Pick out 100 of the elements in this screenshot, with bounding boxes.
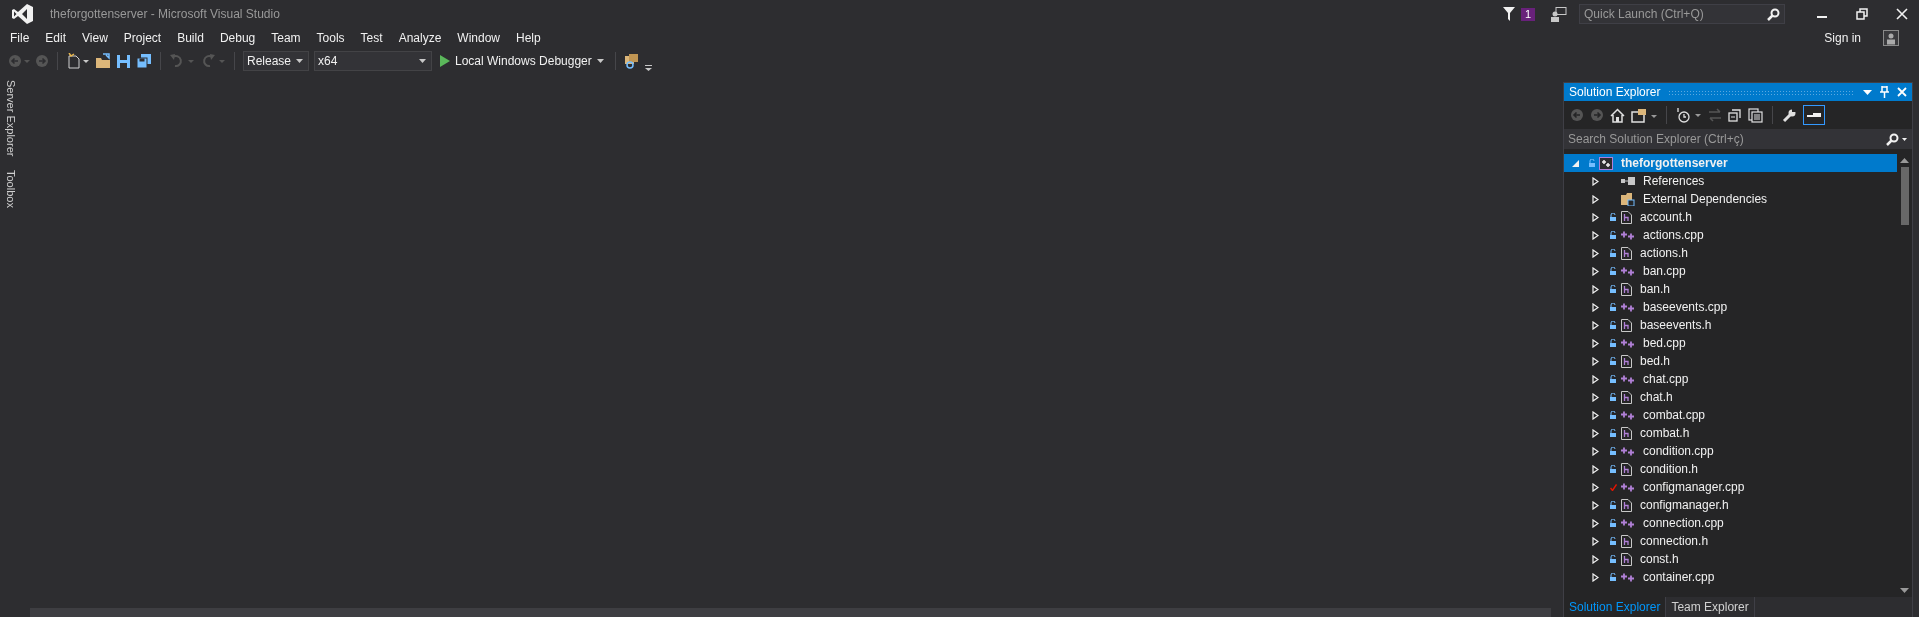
open-folder-icon[interactable]: [95, 53, 111, 69]
search-box[interactable]: Search Solution Explorer (Ctrl+ç): [1564, 129, 1912, 149]
search-icon[interactable]: [1767, 7, 1780, 21]
references-icon: [1621, 177, 1635, 185]
tree-item[interactable]: chat.cpp: [1564, 370, 1897, 388]
user-avatar-icon[interactable]: [1883, 30, 1899, 46]
menu-item[interactable]: Project: [117, 31, 169, 45]
side-tab[interactable]: Server Explorer: [5, 80, 17, 157]
configuration-dropdown[interactable]: Release: [243, 51, 309, 71]
preview-icon: [1806, 111, 1822, 119]
tree-item[interactable]: bed.cpp: [1564, 334, 1897, 352]
header-file-icon: [1621, 498, 1632, 512]
toolbar-options-icon[interactable]: [644, 65, 652, 71]
tree-item[interactable]: theforgottenserver: [1564, 154, 1897, 172]
pin-icon[interactable]: [1880, 86, 1889, 98]
panel-title: Solution Explorer: [1569, 85, 1661, 99]
quick-launch-box[interactable]: Quick Launch (Ctrl+Q): [1579, 4, 1785, 24]
cpp-file-icon: [1621, 572, 1635, 582]
scroll-down-icon[interactable]: [1900, 588, 1909, 593]
tree-item[interactable]: baseevents.cpp: [1564, 298, 1897, 316]
dropdown-arrow-icon: [596, 59, 604, 63]
header-file-icon: [1621, 552, 1632, 566]
project-icon: [1599, 156, 1613, 170]
tree-item[interactable]: actions.cpp: [1564, 226, 1897, 244]
new-project-icon[interactable]: [66, 53, 90, 69]
tree-item[interactable]: account.h: [1564, 208, 1897, 226]
cpp-file-icon: [1621, 374, 1635, 384]
tree-item[interactable]: configmanager.cpp: [1564, 478, 1897, 496]
tree-item[interactable]: External Dependencies: [1564, 190, 1897, 208]
cpp-file-icon: [1621, 410, 1635, 420]
close-icon[interactable]: [1896, 8, 1908, 20]
tree-item[interactable]: condition.h: [1564, 460, 1897, 478]
menu-item[interactable]: Build: [171, 31, 211, 45]
collapse-all-icon[interactable]: [1728, 108, 1742, 122]
tree-item[interactable]: connection.h: [1564, 532, 1897, 550]
menu-item[interactable]: Help: [510, 31, 548, 45]
tree-item[interactable]: condition.cpp: [1564, 442, 1897, 460]
menu-item[interactable]: Window: [451, 31, 507, 45]
tree-item[interactable]: ban.h: [1564, 280, 1897, 298]
folder-icon: [1621, 192, 1635, 206]
switch-views-icon[interactable]: [1631, 107, 1657, 123]
header-file-icon: [1621, 390, 1632, 404]
tree-item[interactable]: combat.cpp: [1564, 406, 1897, 424]
dropdown-arrow-icon[interactable]: [1863, 89, 1872, 95]
tree-item[interactable]: const.h: [1564, 550, 1897, 568]
menu-item[interactable]: Tools: [310, 31, 352, 45]
tree-item[interactable]: connection.cpp: [1564, 514, 1897, 532]
search-icon[interactable]: [1886, 132, 1908, 146]
panel-tab[interactable]: Solution Explorer: [1564, 597, 1667, 617]
cpp-file-icon: [1621, 302, 1635, 312]
panel-tab[interactable]: Team Explorer: [1666, 597, 1755, 617]
start-debugging-button[interactable]: Local Windows Debugger: [437, 54, 607, 68]
tree-item[interactable]: baseevents.h: [1564, 316, 1897, 334]
header-file-icon: [1621, 246, 1632, 260]
header-file-icon: [1621, 462, 1632, 476]
visual-studio-logo-icon: [12, 3, 34, 25]
dropdown-arrow-icon: [419, 59, 426, 63]
tree-item[interactable]: actions.h: [1564, 244, 1897, 262]
menu-item[interactable]: Team: [265, 31, 308, 45]
play-icon: [440, 55, 450, 67]
feedback-icon[interactable]: [1551, 6, 1567, 22]
menu-item[interactable]: Debug: [213, 31, 263, 45]
save-all-icon[interactable]: [136, 53, 152, 69]
menu-item[interactable]: Edit: [39, 31, 74, 45]
scrollbar-thumb[interactable]: [1900, 167, 1909, 225]
platform-dropdown[interactable]: x64: [314, 51, 432, 71]
menu-item[interactable]: Test: [354, 31, 390, 45]
cpp-file-icon: [1621, 446, 1635, 456]
find-in-files-icon[interactable]: [623, 53, 640, 69]
header-file-icon: [1621, 318, 1632, 332]
tree-item[interactable]: ban.cpp: [1564, 262, 1897, 280]
header-file-icon: [1621, 426, 1632, 440]
tree-item[interactable]: chat.h: [1564, 388, 1897, 406]
filter-icon[interactable]: [1502, 7, 1515, 21]
menu-item[interactable]: File: [4, 31, 37, 45]
tree-item[interactable]: container.cpp: [1564, 568, 1897, 586]
preview-toggle-button[interactable]: [1803, 105, 1825, 125]
cpp-file-icon: [1621, 338, 1635, 348]
menu-item[interactable]: Analyze: [392, 31, 449, 45]
tree-item[interactable]: combat.h: [1564, 424, 1897, 442]
wrench-icon[interactable]: [1782, 107, 1797, 123]
cpp-file-icon: [1621, 230, 1635, 240]
tree-item[interactable]: bed.h: [1564, 352, 1897, 370]
tree-item[interactable]: References: [1564, 172, 1897, 190]
expanded-arrow-icon[interactable]: [1572, 159, 1579, 167]
dropdown-arrow-icon: [296, 59, 303, 63]
lock-icon: [1589, 159, 1595, 167]
cpp-file-icon: [1621, 482, 1635, 492]
header-file-icon: [1621, 534, 1632, 548]
menu-item[interactable]: View: [76, 31, 115, 45]
notification-badge[interactable]: 1: [1520, 7, 1535, 21]
sign-in-link[interactable]: Sign in: [1824, 31, 1861, 45]
window-title: theforgottenserver - Microsoft Visual Studio: [50, 7, 280, 21]
scroll-up-icon[interactable]: [1900, 158, 1909, 163]
header-file-icon: [1621, 282, 1632, 296]
side-tab[interactable]: Toolbox: [5, 170, 17, 209]
restore-icon[interactable]: [1856, 8, 1868, 20]
home-icon[interactable]: [1610, 107, 1625, 123]
show-all-files-icon[interactable]: [1748, 107, 1763, 123]
tree-item[interactable]: configmanager.h: [1564, 496, 1897, 514]
